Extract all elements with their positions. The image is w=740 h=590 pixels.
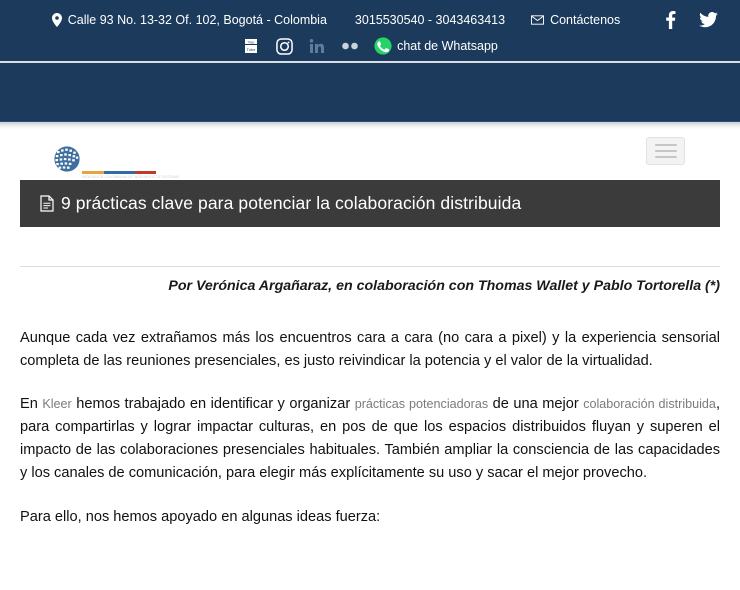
- logo-wordmark: ACIS: [82, 142, 140, 170]
- contact-link[interactable]: Contáctenos: [531, 14, 620, 27]
- kleer-link[interactable]: Kleer: [42, 397, 71, 411]
- article-paragraph-2: En Kleer hemos trabajado en identificar …: [20, 393, 720, 485]
- youtube-icon[interactable]: You Tube: [242, 37, 260, 55]
- document-icon: [40, 195, 54, 212]
- location-pin-icon: [51, 13, 62, 27]
- paragraph2-text-3: de una mejor: [488, 396, 584, 412]
- acis-globe-icon: [53, 145, 81, 173]
- paragraph2-text-2: hemos trabajado en identificar y organiz…: [71, 396, 355, 412]
- flickr-icon[interactable]: [341, 37, 359, 55]
- whatsapp-chat-link[interactable]: chat de Whatsapp: [374, 37, 498, 55]
- svg-text:Tube: Tube: [247, 47, 257, 52]
- site-logo[interactable]: ACIS ASOCIACIÓN COLOMBIANA DE INGENIEROS…: [53, 142, 180, 180]
- practicas-potenciadoras-link[interactable]: prácticas potenciadoras: [355, 397, 488, 411]
- content-divider: [20, 266, 720, 267]
- logo-subtitle: ASOCIACIÓN COLOMBIANA DE INGENIEROS DE S…: [82, 175, 180, 180]
- address-text: Calle 93 No. 13-32 Of. 102, Bogotá - Col…: [67, 12, 327, 27]
- paragraph2-text-1: En: [20, 396, 43, 412]
- contact-label: Contáctenos: [550, 12, 621, 27]
- hamburger-menu-icon[interactable]: [646, 137, 685, 165]
- top-contact-row-primary: Calle 93 No. 13-32 Of. 102, Bogotá - Col…: [0, 10, 740, 30]
- hamburger-line: [654, 156, 677, 158]
- logo-color-bars: [82, 170, 156, 174]
- header-shadow: [0, 122, 740, 129]
- hamburger-line: [654, 144, 677, 146]
- linkedin-icon[interactable]: [308, 37, 326, 55]
- whatsapp-icon: [374, 37, 392, 55]
- phones-item[interactable]: 3015530540 - 3043463413: [355, 14, 505, 27]
- top-contact-bar: Calle 93 No. 13-32 Of. 102, Bogotá - Col…: [0, 0, 740, 63]
- colaboracion-distribuida-link[interactable]: colaboración distribuida: [583, 397, 716, 411]
- page-title-bar: 9 prácticas clave para potenciar la cola…: [20, 180, 720, 227]
- envelope-icon: [531, 15, 545, 25]
- article-paragraph-1: Aunque cada vez extrañamos más los encue…: [20, 330, 720, 369]
- instagram-icon[interactable]: [275, 37, 293, 55]
- page-title: 9 prácticas clave para potenciar la cola…: [61, 193, 522, 213]
- article-paragraph-3: Para ello, nos hemos apoyado en algunas …: [20, 509, 381, 525]
- whatsapp-label: chat de Whatsapp: [397, 38, 498, 53]
- facebook-icon[interactable]: [660, 10, 680, 30]
- phones-text: 3015530540 - 3043463413: [354, 12, 506, 27]
- main-navigation-bar: ACIS ASOCIACIÓN COLOMBIANA DE INGENIEROS…: [0, 63, 740, 179]
- hamburger-line: [654, 150, 677, 152]
- article-byline: Por Verónica Argañaraz, en colaboración …: [168, 278, 720, 294]
- address-item: Calle 93 No. 13-32 Of. 102, Bogotá - Col…: [51, 12, 327, 27]
- svg-text:You: You: [248, 39, 255, 44]
- top-social-row: You Tube chat de Whatsapp: [0, 37, 740, 55]
- logo-text-block: ACIS ASOCIACIÓN COLOMBIANA DE INGENIEROS…: [82, 142, 180, 180]
- main-content: 9 prácticas clave para potenciar la cola…: [0, 180, 740, 529]
- twitter-icon[interactable]: [698, 10, 718, 30]
